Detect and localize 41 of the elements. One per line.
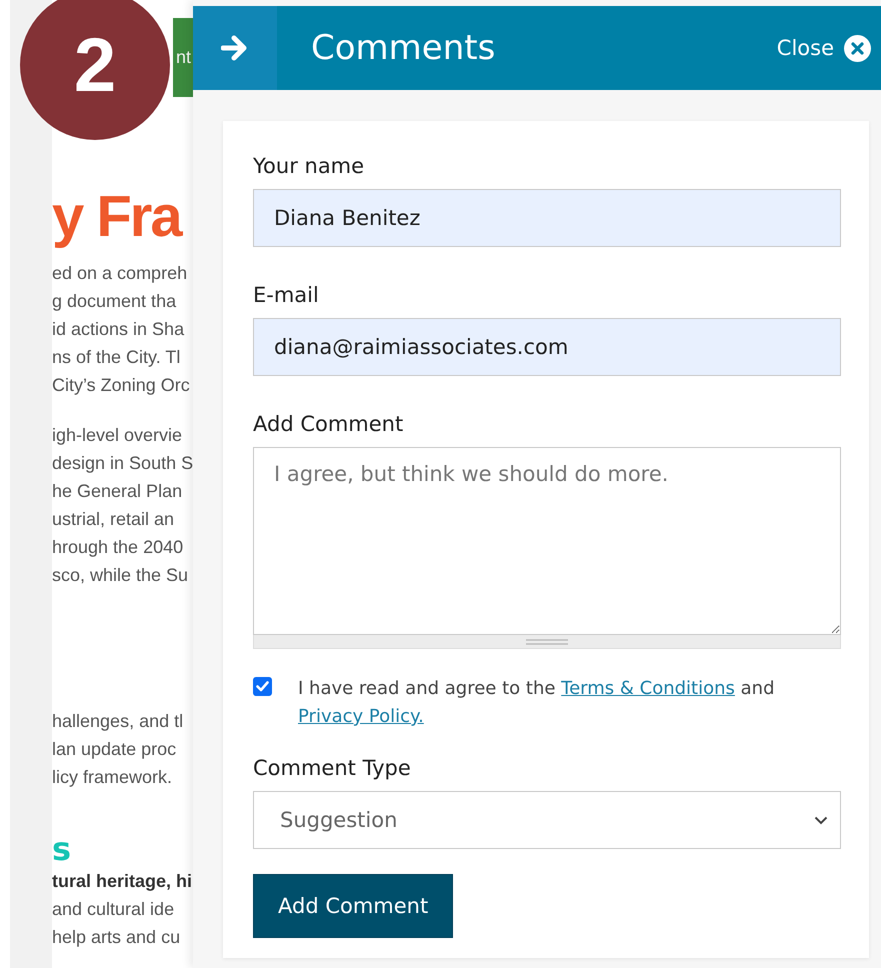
paragraph-line: City’s Zoning Orc [52,374,190,397]
comment-type-select[interactable]: Suggestion [253,791,841,849]
field-label: Your name [253,153,364,180]
paragraph-line: lan update proc [52,738,176,761]
paragraph-line: help arts and cu [52,926,180,949]
paragraph-line: and cultural ide [52,898,174,921]
agree-checkbox[interactable] [253,677,272,696]
panel-title: Comments [311,28,496,68]
privacy-link[interactable]: Privacy Policy. [298,706,424,727]
comment-field[interactable]: I agree, but think we should do more. [253,447,841,635]
terms-link[interactable]: Terms & Conditions [561,678,735,699]
chevron-down-icon [814,816,828,824]
add-comment-button[interactable]: Add Comment [253,874,454,938]
paragraph-line: hallenges, and tl [52,710,184,733]
paragraph-line: id actions in Sha [52,318,184,341]
paragraph-line: design in South S [52,452,193,475]
paragraph-line: ustrial, retail an [52,508,174,531]
field-label: E-mail [253,282,319,309]
name-field[interactable]: Diana Benitez [253,189,841,247]
paragraph-line: sco, while the Su [52,564,188,587]
paragraph-line: licy framework. [52,766,172,789]
button-label: nt [176,47,191,68]
paragraph-line: hrough the 2040 [52,536,184,559]
close-button[interactable]: Close [776,34,871,62]
field-label: Comment Type [253,755,411,782]
arrow-right-icon [221,35,249,61]
page-button[interactable]: nt [172,18,193,97]
paragraph-line: he General Plan [52,480,182,503]
close-icon [844,34,871,62]
bold-line: tural heritage, hi [52,870,192,893]
grip-icon [526,638,568,644]
email-field[interactable]: diana@raimiassociates.com [253,318,841,376]
paragraph-line: igh-level overvie [52,424,182,447]
section-heading: s [52,831,72,867]
collapse-button[interactable] [193,6,277,90]
agreement-text: I have read and agree to the Terms & Conditions and Privacy Policy. [298,677,776,729]
page-heading: y Fra [52,185,181,249]
paragraph-line: ns of the City. Tl [52,346,180,369]
field-label: Add Comment [253,411,404,438]
paragraph-line: ed on a compreh [52,262,188,285]
paragraph-line: g document tha [52,290,176,313]
